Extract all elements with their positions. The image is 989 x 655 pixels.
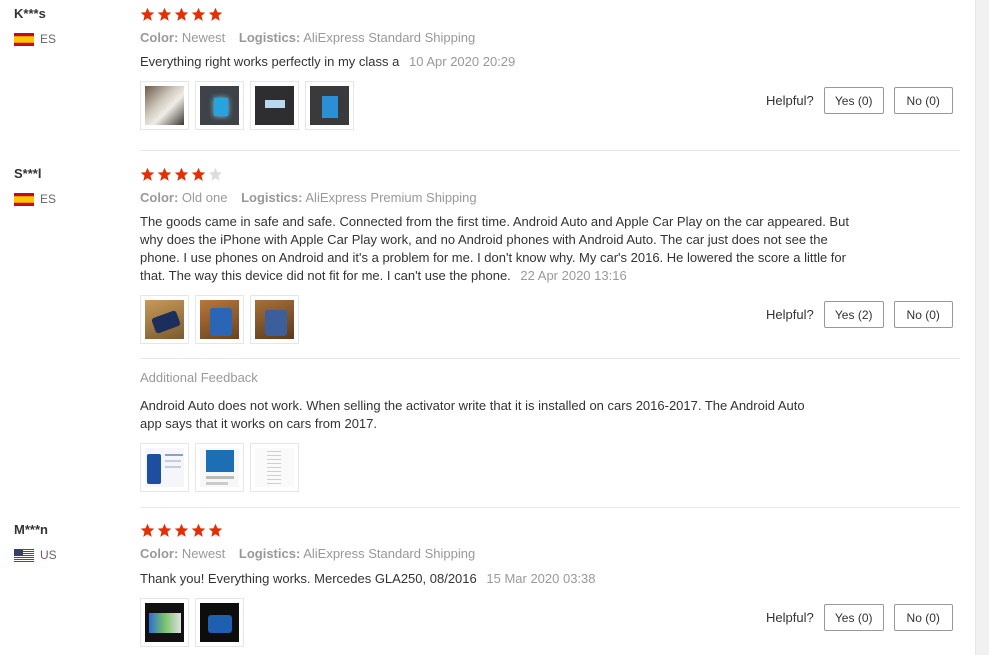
- color-label: Color:: [140, 190, 179, 205]
- helpful-votes: Helpful? Yes (2) No (0): [766, 301, 953, 328]
- review-date: 22 Apr 2020 13:16: [520, 268, 627, 283]
- helpful-no-button[interactable]: No (0): [893, 301, 953, 328]
- helpful-yes-button[interactable]: Yes (0): [823, 87, 884, 114]
- star-filled-icon: [191, 167, 206, 181]
- spain-flag-icon: [14, 192, 34, 206]
- star-filled-icon: [157, 523, 172, 537]
- review-photo[interactable]: [140, 295, 189, 344]
- review-photos: [140, 81, 354, 130]
- review-photo[interactable]: [140, 81, 189, 130]
- star-filled-icon: [174, 167, 189, 181]
- star-filled-icon: [140, 523, 155, 537]
- logistics-value: AliExpress Premium Shipping: [305, 190, 477, 205]
- reviewer-country: US: [14, 548, 57, 562]
- color-value: Newest: [181, 546, 226, 561]
- star-filled-icon: [174, 7, 189, 21]
- feedback-photos: [140, 443, 299, 492]
- star-filled-icon: [140, 7, 155, 21]
- us-flag-icon: [14, 548, 34, 562]
- country-code: US: [40, 548, 57, 562]
- helpful-votes: Helpful? Yes (0) No (0): [766, 604, 953, 631]
- reviewer-name: S***l: [14, 166, 42, 181]
- feedback-divider: [140, 358, 960, 359]
- star-empty-icon: [208, 167, 223, 181]
- star-filled-icon: [208, 523, 223, 537]
- star-filled-icon: [208, 7, 223, 21]
- review-text: The goods came in safe and safe. Connect…: [140, 213, 865, 285]
- review-divider: [140, 150, 960, 151]
- reviewer-name: K***s: [14, 6, 46, 21]
- review-photo[interactable]: [195, 598, 244, 647]
- review-body: Thank you! Everything works. Mercedes GL…: [140, 571, 477, 586]
- color-label: Color:: [140, 546, 179, 561]
- star-filled-icon: [157, 7, 172, 21]
- review-photo[interactable]: [250, 81, 299, 130]
- review-text: Thank you! Everything works. Mercedes GL…: [140, 570, 865, 588]
- review-photo[interactable]: [305, 81, 354, 130]
- rating-stars: [140, 7, 223, 22]
- helpful-label: Helpful?: [766, 610, 814, 625]
- reviewer-country: ES: [14, 192, 56, 206]
- review-photos: [140, 598, 244, 647]
- spain-flag-icon: [14, 32, 34, 46]
- color-value: Newest: [181, 30, 226, 45]
- star-filled-icon: [157, 167, 172, 181]
- review-date: 15 Mar 2020 03:38: [486, 571, 596, 586]
- scrollbar[interactable]: [975, 0, 989, 655]
- additional-feedback-title: Additional Feedback: [140, 370, 258, 385]
- review-attributes: Color: Old one Logistics: AliExpress Pre…: [140, 190, 477, 205]
- helpful-label: Helpful?: [766, 93, 814, 108]
- star-filled-icon: [191, 7, 206, 21]
- review-attributes: Color: Newest Logistics: AliExpress Stan…: [140, 546, 475, 561]
- review-text: Everything right works perfectly in my c…: [140, 53, 865, 71]
- review-photo[interactable]: [195, 81, 244, 130]
- review-divider: [140, 507, 960, 508]
- review-date: 10 Apr 2020 20:29: [409, 54, 516, 69]
- logistics-value: AliExpress Standard Shipping: [303, 30, 476, 45]
- helpful-label: Helpful?: [766, 307, 814, 322]
- feedback-photo[interactable]: [250, 443, 299, 492]
- helpful-yes-button[interactable]: Yes (0): [823, 604, 884, 631]
- country-code: ES: [40, 192, 57, 206]
- review-photo[interactable]: [140, 598, 189, 647]
- star-filled-icon: [140, 167, 155, 181]
- review-body: Everything right works perfectly in my c…: [140, 54, 400, 69]
- review-body: The goods came in safe and safe. Connect…: [140, 214, 849, 283]
- review-attributes: Color: Newest Logistics: AliExpress Stan…: [140, 30, 475, 45]
- helpful-yes-button[interactable]: Yes (2): [823, 301, 884, 328]
- star-filled-icon: [191, 523, 206, 537]
- logistics-label: Logistics:: [241, 190, 303, 205]
- logistics-value: AliExpress Standard Shipping: [303, 546, 476, 561]
- color-value: Old one: [181, 190, 228, 205]
- reviewer-name: M***n: [14, 522, 48, 537]
- helpful-no-button[interactable]: No (0): [893, 604, 953, 631]
- rating-stars: [140, 167, 223, 182]
- logistics-label: Logistics:: [238, 30, 301, 45]
- helpful-votes: Helpful? Yes (0) No (0): [766, 87, 953, 114]
- rating-stars: [140, 523, 223, 538]
- review-photo[interactable]: [195, 295, 244, 344]
- logistics-label: Logistics:: [238, 546, 301, 561]
- feedback-photo[interactable]: [140, 443, 189, 492]
- country-code: ES: [40, 32, 57, 46]
- color-label: Color:: [140, 30, 179, 45]
- review-photos: [140, 295, 299, 344]
- feedback-photo[interactable]: [195, 443, 244, 492]
- additional-feedback-text: Android Auto does not work. When selling…: [140, 398, 805, 431]
- review-photo[interactable]: [250, 295, 299, 344]
- reviewer-country: ES: [14, 32, 56, 46]
- helpful-no-button[interactable]: No (0): [893, 87, 953, 114]
- star-filled-icon: [174, 523, 189, 537]
